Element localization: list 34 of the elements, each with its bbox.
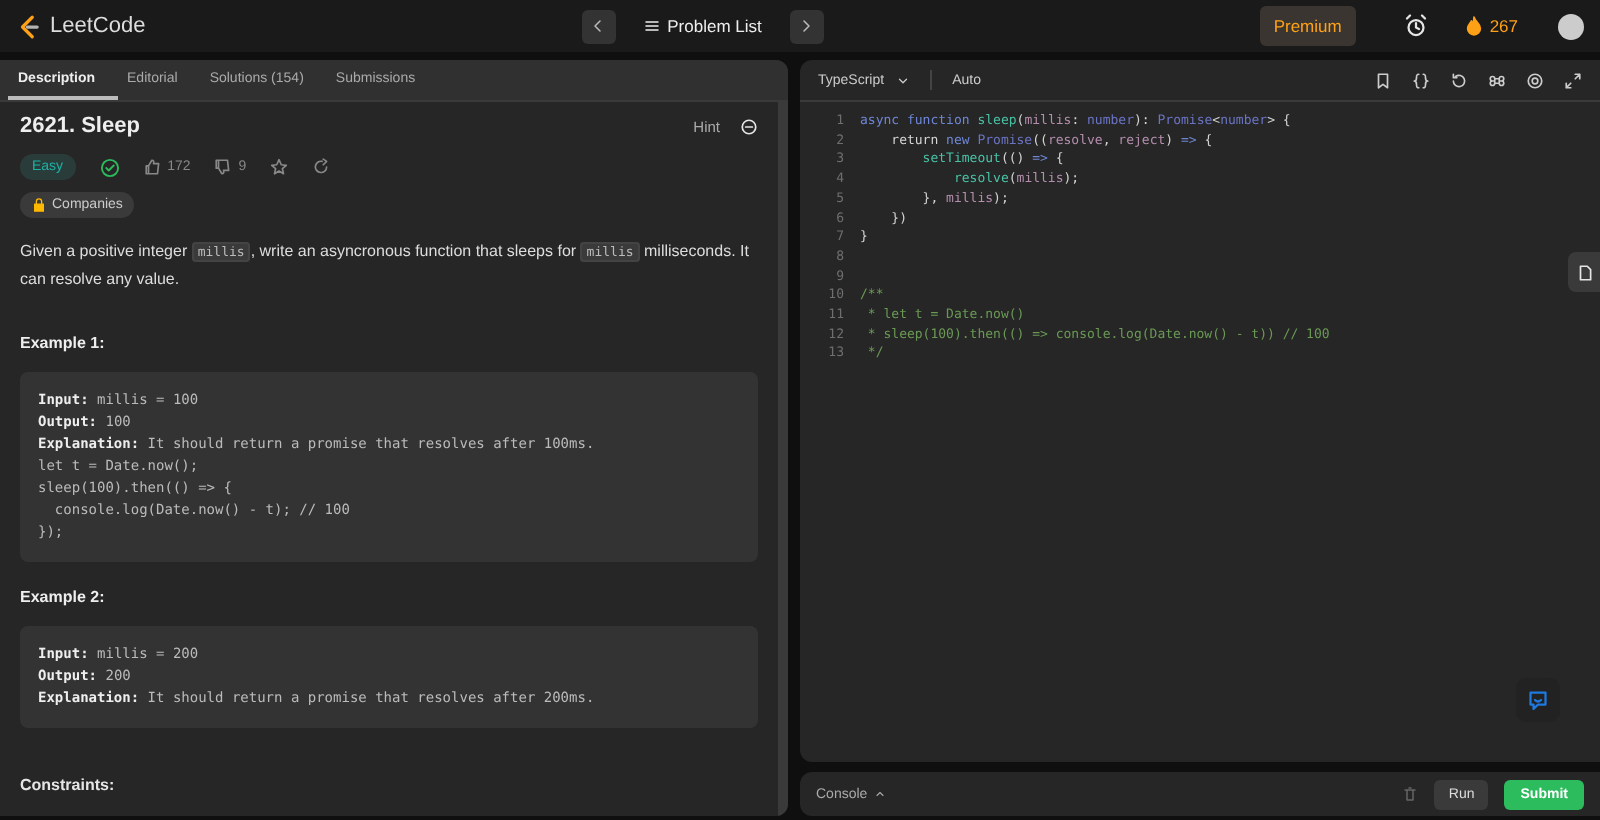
- chevron-up-icon: [873, 788, 886, 800]
- problem-title: 2621. Sleep: [20, 114, 142, 138]
- expand-icon[interactable]: [1564, 71, 1582, 89]
- logo-text[interactable]: LeetCode: [50, 14, 146, 38]
- logo-icon[interactable]: [16, 13, 42, 39]
- chevron-right-icon: [798, 18, 815, 34]
- flame-icon[interactable]: [1463, 14, 1484, 38]
- bookmark-icon[interactable]: [1374, 71, 1392, 89]
- menu-icon: [643, 18, 660, 34]
- lock-icon: [32, 198, 46, 212]
- chat-button[interactable]: [1516, 678, 1560, 722]
- thumbs-down-icon[interactable]: [214, 158, 233, 176]
- constraints-heading: Constraints:: [20, 776, 117, 794]
- side-panel-tab[interactable]: [1568, 252, 1600, 292]
- share-icon[interactable]: [312, 158, 331, 176]
- problem-list-button[interactable]: Problem List: [631, 16, 774, 36]
- next-button[interactable]: [789, 9, 824, 43]
- reset-icon[interactable]: [1450, 71, 1468, 89]
- example-heading: Example 2:: [20, 588, 107, 606]
- chat-bubble-icon: [1526, 688, 1550, 712]
- braces-icon[interactable]: [1412, 71, 1430, 89]
- chevron-down-icon[interactable]: [896, 73, 911, 87]
- command-icon[interactable]: [1488, 71, 1506, 89]
- chevron-left-icon: [590, 18, 607, 34]
- document-icon: [1575, 263, 1593, 281]
- circle-icon[interactable]: [740, 117, 758, 135]
- example-heading: Example 1:: [20, 334, 107, 352]
- thumbs-up-icon[interactable]: [143, 158, 162, 176]
- premium-button[interactable]: Premium: [1259, 6, 1356, 46]
- streak-count: 267: [1489, 16, 1519, 36]
- avatar[interactable]: [1558, 13, 1585, 39]
- star-icon[interactable]: [270, 158, 289, 176]
- previous-button[interactable]: [581, 9, 616, 43]
- alarm-clock-icon[interactable]: [1403, 14, 1428, 38]
